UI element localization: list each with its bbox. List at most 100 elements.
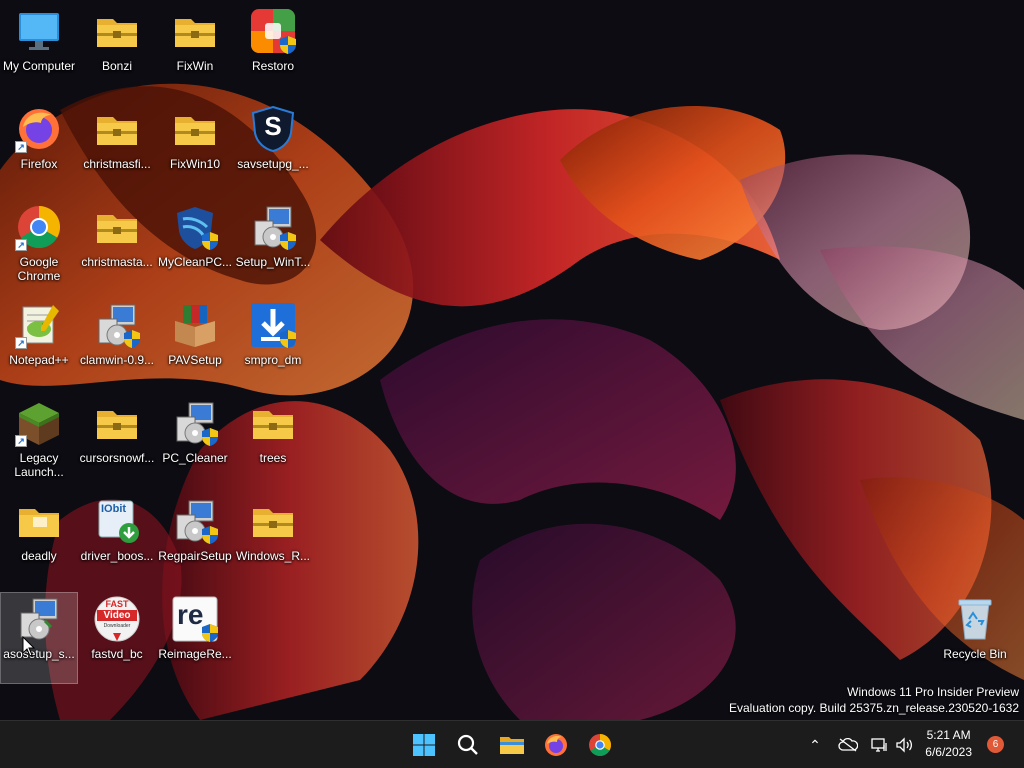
uac-shield-icon [124, 330, 140, 348]
desktop-icon-pavsetup[interactable]: PAVSetup [156, 298, 234, 390]
downloader-logo-text: Downloader [103, 623, 131, 629]
desktop-icon-label: Bonzi [101, 59, 133, 73]
desktop-icon-legacy-launcher[interactable]: ↗ Legacy Launch... [0, 396, 78, 488]
firefox-taskbar-button[interactable] [536, 725, 576, 765]
desktop-icon-smpro-dm[interactable]: smpro_dm [234, 298, 312, 390]
desktop-icon-bonzi[interactable]: Bonzi [78, 4, 156, 96]
video-logo-text: Video [97, 610, 137, 621]
taskbar: ⌃ 5:21 AM 6/6/2023 6 [0, 720, 1024, 768]
mouse-cursor-icon [22, 636, 36, 657]
desktop-icon-label: asosetup_s... [3, 647, 75, 661]
zip-folder-icon [249, 399, 297, 447]
desktop-icon-windows-r[interactable]: Windows_R... [234, 494, 312, 586]
desktop-icon-christmasta[interactable]: christmasta... [78, 200, 156, 292]
onedrive-tray-button[interactable] [836, 731, 860, 759]
desktop-icon-label: Google Chrome [17, 255, 61, 283]
desktop-icon-christmasfi[interactable]: christmasfi... [78, 102, 156, 194]
desktop-icon-notepad-plus-plus[interactable]: ↗ Notepad++ [0, 298, 78, 390]
desktop-icon-label: Legacy Launch... [14, 451, 64, 479]
zip-folder-icon [93, 203, 141, 251]
file-explorer-button[interactable] [492, 725, 532, 765]
desktop-icon-label: Windows_R... [235, 549, 311, 563]
mycleanpc-shield-icon [171, 203, 219, 251]
notepad-plus-plus-icon: ↗ [15, 301, 63, 349]
evaluation-watermark: Windows 11 Pro Insider Preview Evaluatio… [729, 684, 1019, 716]
desktop-icon-my-computer[interactable]: My Computer [0, 4, 78, 96]
desktop-icon-label: ReimageRe... [158, 647, 232, 661]
uac-shield-icon [280, 36, 296, 54]
desktop-icon-fixwin10[interactable]: FixWin10 [156, 102, 234, 194]
network-icon [871, 738, 887, 752]
desktop-icon-clamwin[interactable]: clamwin-0.9... [78, 298, 156, 390]
start-button[interactable] [404, 725, 444, 765]
zip-folder-icon [93, 105, 141, 153]
iobit-logo-text: IObit [101, 503, 127, 515]
iobit-icon: IObit [93, 497, 141, 545]
desktop-icon-label: PAVSetup [168, 353, 222, 367]
desktop-icon-label: FixWin10 [169, 157, 220, 171]
shortcut-arrow-icon: ↗ [15, 239, 27, 251]
desktop-icon-label: trees [259, 451, 287, 465]
desktop-icon-firefox[interactable]: ↗ Firefox [0, 102, 78, 194]
network-tray-button[interactable] [868, 731, 892, 759]
desktop-icon-savsetupg[interactable]: S savsetupg_... [234, 102, 312, 194]
installer-icon [93, 301, 141, 349]
desktop-icon-deadly[interactable]: deadly [0, 494, 78, 586]
desktop-icon-regpairsetup[interactable]: RegpairSetup [156, 494, 234, 586]
desktop-icon-mycleanpc[interactable]: MyCleanPC... [156, 200, 234, 292]
desktop-icon-trees[interactable]: trees [234, 396, 312, 488]
desktop-icon-pc-cleaner[interactable]: PC_Cleaner [156, 396, 234, 488]
installer-icon [171, 497, 219, 545]
desktop-icon-driver-booster[interactable]: IObit driver_boos... [78, 494, 156, 586]
search-button[interactable] [448, 725, 488, 765]
desktop-icon-asosetup[interactable]: asosetup_s... [0, 592, 78, 684]
desktop-icon-fastvd[interactable]: FAST Video Downloader fastvd_bc [78, 592, 156, 684]
desktop-icon-label: MyCleanPC... [157, 255, 233, 269]
windows-logo-icon [413, 734, 435, 756]
show-hidden-icons-button[interactable]: ⌃ [804, 731, 826, 759]
uac-shield-icon [280, 330, 296, 348]
download-arrow-icon [249, 301, 297, 349]
desktop-icon-label: FixWin [176, 59, 214, 73]
reimage-icon: re [171, 595, 219, 643]
watermark-build: Evaluation copy. Build 25375.zn_release.… [729, 701, 1019, 715]
chrome-taskbar-button[interactable] [580, 725, 620, 765]
zip-folder-icon [93, 399, 141, 447]
desktop-icon-label: Firefox [20, 157, 58, 171]
desktop-icon-label: christmasfi... [83, 157, 151, 171]
desktop-icon-fixwin[interactable]: FixWin [156, 4, 234, 96]
notification-badge[interactable]: 6 [987, 736, 1004, 753]
desktop-icon-setup-wint[interactable]: Setup_WinT... [234, 200, 312, 292]
uac-shield-icon [202, 526, 218, 544]
chrome-icon [589, 734, 611, 756]
desktop-icon-cursorsnowf[interactable]: cursorsnowf... [78, 396, 156, 488]
system-clock[interactable]: 5:21 AM 6/6/2023 [925, 727, 972, 761]
uac-shield-icon [202, 624, 218, 642]
desktop-icon-reimage[interactable]: re ReimageRe... [156, 592, 234, 684]
desktop-icon-label: PC_Cleaner [162, 451, 228, 465]
installer-icon [171, 399, 219, 447]
shortcut-arrow-icon: ↗ [15, 141, 27, 153]
fast-video-downloader-icon: FAST Video Downloader [93, 595, 141, 643]
watermark-edition: Windows 11 Pro Insider Preview [847, 685, 1019, 699]
desktop-icon-google-chrome[interactable]: ↗ Google Chrome [0, 200, 78, 288]
installer-icon [249, 203, 297, 251]
desktop-icon-label: Restoro [251, 59, 295, 73]
desktop-icon-label: Setup_WinT... [235, 255, 311, 269]
desktop-icon-label: smpro_dm [244, 353, 302, 367]
zip-folder-icon [93, 7, 141, 55]
minecraft-grass-block-icon: ↗ [15, 399, 63, 447]
desktop-icon-restoro[interactable]: Restoro [234, 4, 312, 96]
desktop-icon-label: Recycle Bin [943, 647, 1007, 661]
desktop-icon-label: fastvd_bc [91, 647, 143, 661]
desktop-icon-recycle-bin[interactable]: Recycle Bin [936, 592, 1014, 684]
desktop-icon-label: driver_boos... [80, 549, 154, 563]
monitor-icon [15, 7, 63, 55]
fast-logo-text: FAST [105, 599, 129, 609]
uac-shield-icon [202, 232, 218, 250]
chrome-icon: ↗ [15, 203, 63, 251]
zip-folder-icon [249, 497, 297, 545]
volume-tray-button[interactable] [892, 731, 916, 759]
chevron-up-icon: ⌃ [809, 736, 821, 753]
firefox-icon: ↗ [15, 105, 63, 153]
